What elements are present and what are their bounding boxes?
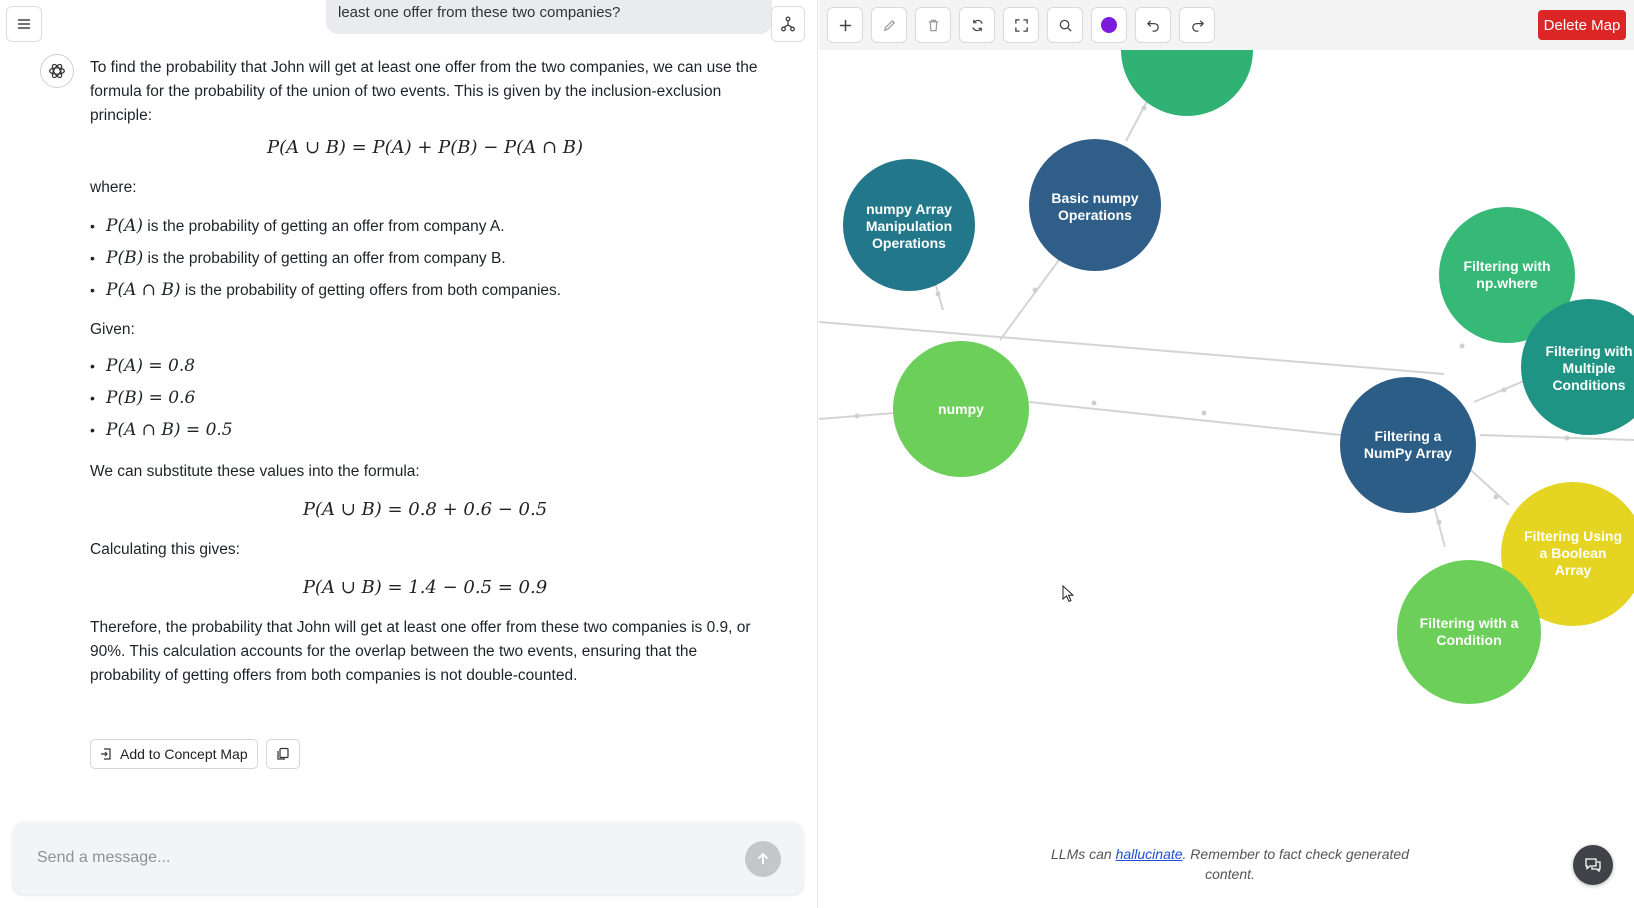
edge [999,259,1060,341]
redo-icon [1191,19,1204,32]
delete-node-button[interactable] [915,7,951,43]
message-actions: Add to Concept Map [90,739,300,769]
disclaimer: LLMs can hallucinate. Remember to fact c… [1051,846,1409,882]
hamburger-icon [18,19,30,29]
pencil-icon [883,19,895,31]
node-label: Filtering a NumPy Array [1364,428,1452,461]
undo-button[interactable] [1135,7,1171,43]
list-item: P(A ∩ B) is the probability of getting o… [90,274,760,306]
list-item: P(A ∩ B) = 0.5 [90,414,760,446]
undo-icon [1146,19,1159,32]
trash-icon [928,19,938,31]
branch-button[interactable] [771,6,805,42]
arrow-up-icon [757,852,769,864]
mouse-cursor-icon [1062,585,1074,603]
message-composer [13,822,803,894]
refresh-button[interactable] [959,7,995,43]
hallucinate-link[interactable]: hallucinate [1116,846,1183,862]
concept-map-pane: Delete Map Basic numpy Operations numpy … [819,0,1634,908]
list-item: P(A) is the probability of getting an of… [90,210,760,242]
copy-button[interactable] [265,739,300,769]
list-item: P(B) = 0.6 [90,382,760,414]
refresh-icon [971,19,983,31]
color-swatch [1101,17,1117,33]
redo-button[interactable] [1179,7,1215,43]
substitute-text: We can substitute these values into the … [90,463,420,480]
concept-node[interactable]: Basic numpy Operations [1029,139,1161,271]
definitions-list: P(A) is the probability of getting an of… [90,210,760,306]
fullscreen-button[interactable] [1003,7,1039,43]
chat-bubbles-icon [1585,858,1601,873]
plus-icon [839,19,851,31]
concept-node[interactable] [1121,50,1253,116]
formula-union: P(A ∪ B) = P(A) + P(B) − P(A ∩ B) [267,137,583,158]
chat-pane: least one offer from these two companies… [0,0,818,908]
copy-icon [277,747,289,760]
add-to-map-icon [101,748,111,760]
node-label: numpy Array Manipulation Operations [866,201,952,251]
add-to-map-label: Add to Concept Map [120,746,248,762]
search-icon [1059,19,1072,32]
node-label: Basic numpy Operations [1051,190,1138,223]
assistant-answer: To find the probability that John will g… [90,56,760,688]
add-to-concept-map-button[interactable]: Add to Concept Map [90,739,258,769]
user-message: least one offer from these two companies… [326,0,772,34]
concept-node[interactable]: numpy [893,341,1029,477]
node-label: numpy [938,401,984,417]
add-node-button[interactable] [827,7,863,43]
where-label: where: [90,179,137,196]
calculating-text: Calculating this gives: [90,541,240,558]
list-item: P(A) = 0.8 [90,350,760,382]
given-label: Given: [90,321,135,338]
chat-support-button[interactable] [1573,845,1613,885]
fullscreen-icon [1014,18,1028,32]
assistant-avatar [40,54,74,88]
conclusion-text: Therefore, the probability that John wil… [90,619,751,684]
concept-map-canvas[interactable]: Basic numpy Operations numpy Array Manipul… [819,50,1634,908]
menu-button[interactable] [6,6,42,42]
intro-text: To find the probability that John will g… [90,59,758,124]
search-button[interactable] [1047,7,1083,43]
given-list: P(A) = 0.8 P(B) = 0.6 P(A ∩ B) = 0.5 [90,350,760,446]
edit-button[interactable] [871,7,907,43]
concept-node[interactable]: Filtering a NumPy Array [1340,377,1476,513]
branch-icon [781,16,795,32]
concept-node[interactable]: numpy Array Manipulation Operations [843,159,975,291]
openai-logo-icon [49,63,65,79]
delete-map-button[interactable]: Delete Map [1538,10,1626,40]
edge [1479,434,1634,441]
message-input[interactable] [37,844,697,872]
send-button[interactable] [745,841,781,877]
node-label: Filtering with np.where [1463,258,1550,291]
concept-node[interactable]: Filtering with a Condition [1397,560,1541,704]
formula-result: P(A ∪ B) = 1.4 − 0.5 = 0.9 [302,577,548,598]
edge [1028,401,1342,436]
map-toolbar: Delete Map [819,0,1634,50]
formula-substituted: P(A ∪ B) = 0.8 + 0.6 − 0.5 [302,499,548,520]
edge [1473,380,1525,403]
color-picker-button[interactable] [1091,7,1127,43]
list-item: P(B) is the probability of getting an of… [90,242,760,274]
